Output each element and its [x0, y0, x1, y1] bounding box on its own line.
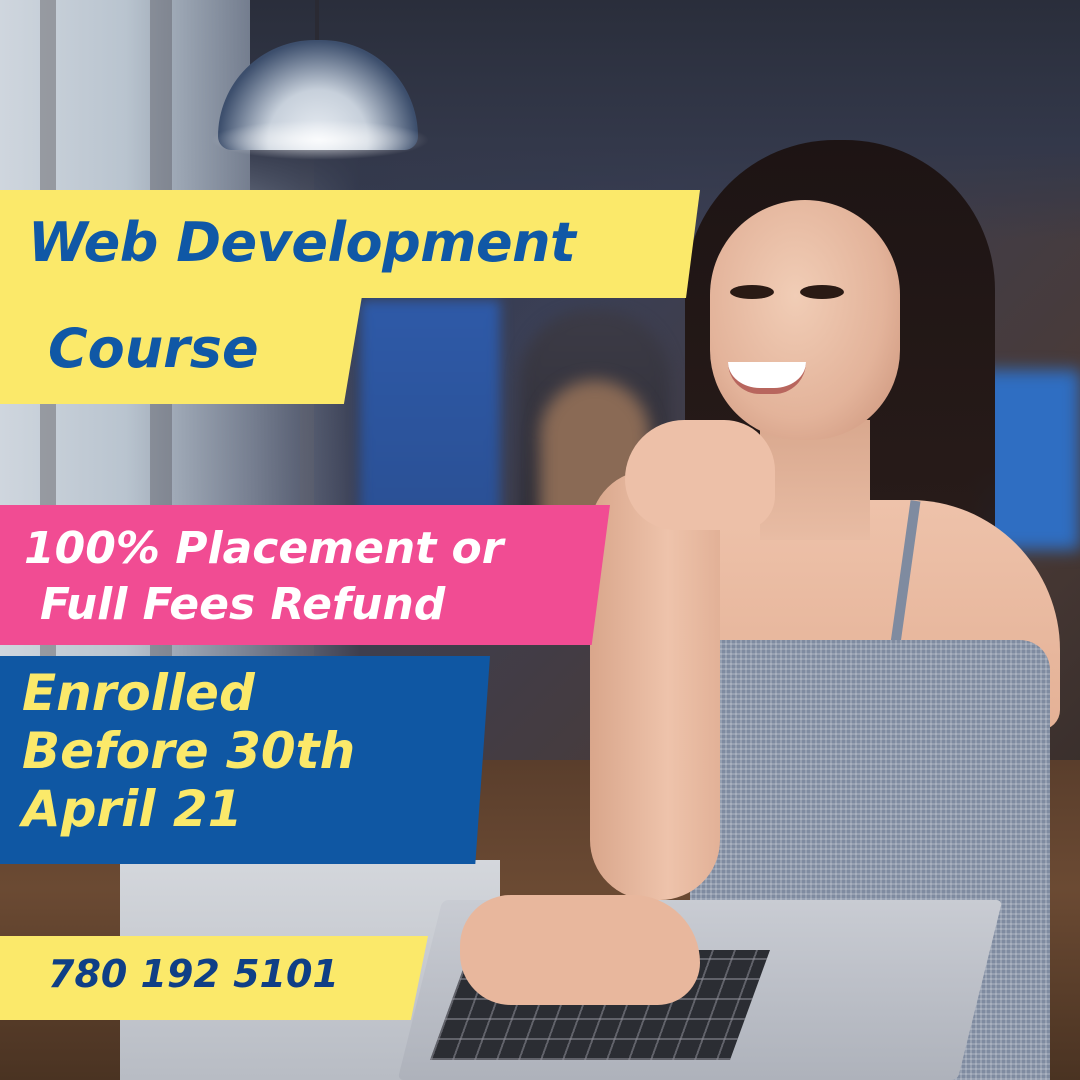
enroll-deadline-line1: Enrolled [22, 664, 255, 722]
background-blue-chair [980, 370, 1080, 550]
enroll-deadline-line3: April 21 [22, 780, 243, 838]
woman-typing-hand [460, 895, 700, 1005]
background-blue-panel [360, 300, 500, 540]
course-title-line1: Web Development [28, 211, 576, 274]
woman-eye [800, 285, 844, 299]
course-title-line2: Course [48, 317, 259, 380]
placement-offer-line2: Full Fees Refund [40, 579, 446, 630]
placement-offer-line1: 100% Placement or [24, 523, 504, 574]
phone-number: 780 192 5101 [48, 952, 339, 996]
woman-arm [590, 470, 720, 900]
woman-hand [625, 420, 775, 530]
woman-face [710, 200, 900, 440]
woman-eye [730, 285, 774, 299]
lamp-glow [210, 120, 430, 160]
enroll-deadline-line2: Before 30th [22, 722, 356, 780]
poster-canvas: Web Development Course 100% Placement or… [0, 0, 1080, 1080]
